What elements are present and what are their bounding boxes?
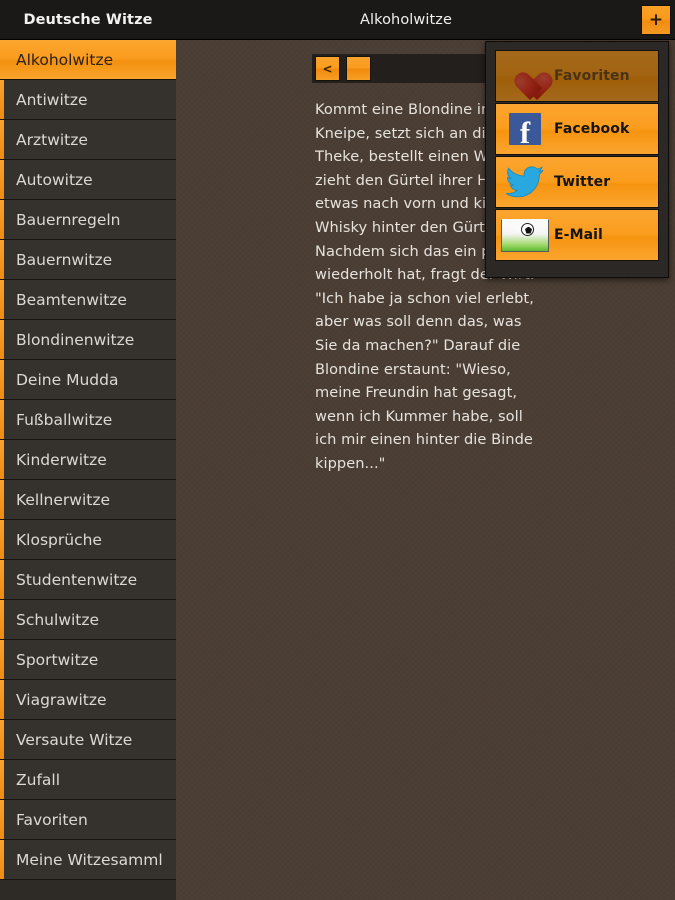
sidebar-item-bauernregeln[interactable]: Bauernregeln bbox=[0, 200, 176, 240]
sidebar-item-alkoholwitze[interactable]: Alkoholwitze bbox=[0, 40, 176, 80]
sidebar-item-label: Antiwitze bbox=[16, 90, 88, 109]
sidebar-item-accent-bar bbox=[0, 800, 4, 839]
share-item-label: Twitter bbox=[554, 174, 611, 190]
sidebar-item-label: Studentenwitze bbox=[16, 570, 138, 589]
sidebar-item-accent-bar bbox=[0, 200, 4, 239]
previous-joke-button[interactable]: < bbox=[315, 56, 340, 81]
share-popup-menu[interactable]: Favoriten f Facebook Twitter E-Mail bbox=[485, 41, 669, 278]
sidebar-item-kellnerwitze[interactable]: Kellnerwitze bbox=[0, 480, 176, 520]
share-item-twitter[interactable]: Twitter bbox=[495, 156, 659, 208]
sidebar-item-label: Blondinenwitze bbox=[16, 330, 135, 349]
sidebar-item-label: Bauernregeln bbox=[16, 210, 121, 229]
sidebar-item-accent-bar bbox=[0, 160, 4, 199]
share-item-label: Facebook bbox=[554, 121, 630, 137]
sidebar-item-label: Meine Witzesamml bbox=[16, 850, 163, 869]
envelope-icon bbox=[501, 218, 549, 252]
sidebar-item-accent-bar bbox=[0, 80, 4, 119]
sidebar-item-label: Autowitze bbox=[16, 170, 93, 189]
sidebar-item-studentenwitze[interactable]: Studentenwitze bbox=[0, 560, 176, 600]
sidebar-item-label: Fußballwitze bbox=[16, 410, 113, 429]
sidebar-item-fu-ballwitze[interactable]: Fußballwitze bbox=[0, 400, 176, 440]
share-item-facebook[interactable]: f Facebook bbox=[495, 103, 659, 155]
app-title: Deutsche Witze bbox=[23, 11, 153, 28]
sidebar-item-label: Zufall bbox=[16, 770, 61, 789]
sidebar-item-label: Deine Mudda bbox=[16, 370, 119, 389]
facebook-icon-wrapper: f bbox=[496, 104, 554, 154]
sidebar-item-accent-bar bbox=[0, 760, 4, 799]
sidebar-item-label: Versaute Witze bbox=[16, 730, 133, 749]
sidebar-item-viagrawitze[interactable]: Viagrawitze bbox=[0, 680, 176, 720]
sidebar-item-accent-bar bbox=[0, 520, 4, 559]
sidebar-item-accent-bar bbox=[0, 360, 4, 399]
sidebar-item-label: Kinderwitze bbox=[16, 450, 107, 469]
sidebar-item-beamtenwitze[interactable]: Beamtenwitze bbox=[0, 280, 176, 320]
sidebar-item-deine-mudda[interactable]: Deine Mudda bbox=[0, 360, 176, 400]
sidebar-item-accent-bar bbox=[0, 840, 4, 879]
sidebar-item-kinderwitze[interactable]: Kinderwitze bbox=[0, 440, 176, 480]
sidebar-item-label: Schulwitze bbox=[16, 610, 100, 629]
sidebar-item-accent-bar bbox=[0, 720, 4, 759]
soccer-ball-icon bbox=[521, 222, 534, 236]
sidebar-item-schulwitze[interactable]: Schulwitze bbox=[0, 600, 176, 640]
sidebar-item-accent-bar bbox=[0, 440, 4, 479]
twitter-icon bbox=[506, 166, 544, 198]
sidebar-item-autowitze[interactable]: Autowitze bbox=[0, 160, 176, 200]
sidebar-item-zufall[interactable]: Zufall bbox=[0, 760, 176, 800]
sidebar-item-accent-bar bbox=[0, 280, 4, 319]
sidebar-item-meine-witzesamml[interactable]: Meine Witzesamml bbox=[0, 840, 176, 880]
sidebar-item-accent-bar bbox=[0, 680, 4, 719]
sidebar-item-accent-bar bbox=[0, 480, 4, 519]
share-item-favoriten[interactable]: Favoriten bbox=[495, 50, 659, 102]
sidebar-item-accent-bar bbox=[0, 120, 4, 159]
sidebar-item-versaute-witze[interactable]: Versaute Witze bbox=[0, 720, 176, 760]
heart-icon-wrapper bbox=[496, 51, 554, 101]
sidebar-item-label: Klosprüche bbox=[16, 530, 102, 549]
sidebar-item-label: Favoriten bbox=[16, 810, 88, 829]
envelope-icon-wrapper bbox=[496, 210, 554, 260]
sidebar-item-label: Sportwitze bbox=[16, 650, 99, 669]
category-sidebar[interactable]: Alkoholwitze Antiwitze Arztwitze Autowitze B… bbox=[0, 40, 176, 900]
sidebar-item-sportwitze[interactable]: Sportwitze bbox=[0, 640, 176, 680]
sidebar-item-klospr-che[interactable]: Klosprüche bbox=[0, 520, 176, 560]
sidebar-item-accent-bar bbox=[0, 400, 4, 439]
facebook-icon: f bbox=[509, 113, 541, 148]
sidebar-item-favoriten[interactable]: Favoriten bbox=[0, 800, 176, 840]
page-title: Alkoholwitze bbox=[359, 11, 453, 28]
sidebar-item-antiwitze[interactable]: Antiwitze bbox=[0, 80, 176, 120]
sidebar-item-accent-bar bbox=[0, 240, 4, 279]
sidebar-item-accent-bar bbox=[0, 600, 4, 639]
share-item-label: E-Mail bbox=[554, 227, 603, 243]
share-item-label: Favoriten bbox=[554, 68, 630, 84]
heart-icon bbox=[508, 61, 542, 91]
sidebar-item-label: Arztwitze bbox=[16, 130, 88, 149]
sidebar-item-arztwitze[interactable]: Arztwitze bbox=[0, 120, 176, 160]
sidebar-item-label: Kellnerwitze bbox=[16, 490, 111, 509]
share-item-e-mail[interactable]: E-Mail bbox=[495, 209, 659, 261]
sidebar-item-label: Bauernwitze bbox=[16, 250, 113, 269]
top-header-bar: Deutsche Witze Alkoholwitze + bbox=[0, 0, 675, 40]
sidebar-item-accent-bar bbox=[0, 560, 4, 599]
twitter-icon-wrapper bbox=[496, 157, 554, 207]
next-joke-button[interactable] bbox=[346, 56, 371, 81]
add-button[interactable]: + bbox=[641, 5, 671, 35]
sidebar-item-label: Viagrawitze bbox=[16, 690, 107, 709]
sidebar-item-label: Alkoholwitze bbox=[16, 50, 114, 69]
sidebar-item-bauernwitze[interactable]: Bauernwitze bbox=[0, 240, 176, 280]
sidebar-item-accent-bar bbox=[0, 320, 4, 359]
sidebar-item-accent-bar bbox=[0, 640, 4, 679]
sidebar-item-label: Beamtenwitze bbox=[16, 290, 127, 309]
sidebar-item-blondinenwitze[interactable]: Blondinenwitze bbox=[0, 320, 176, 360]
